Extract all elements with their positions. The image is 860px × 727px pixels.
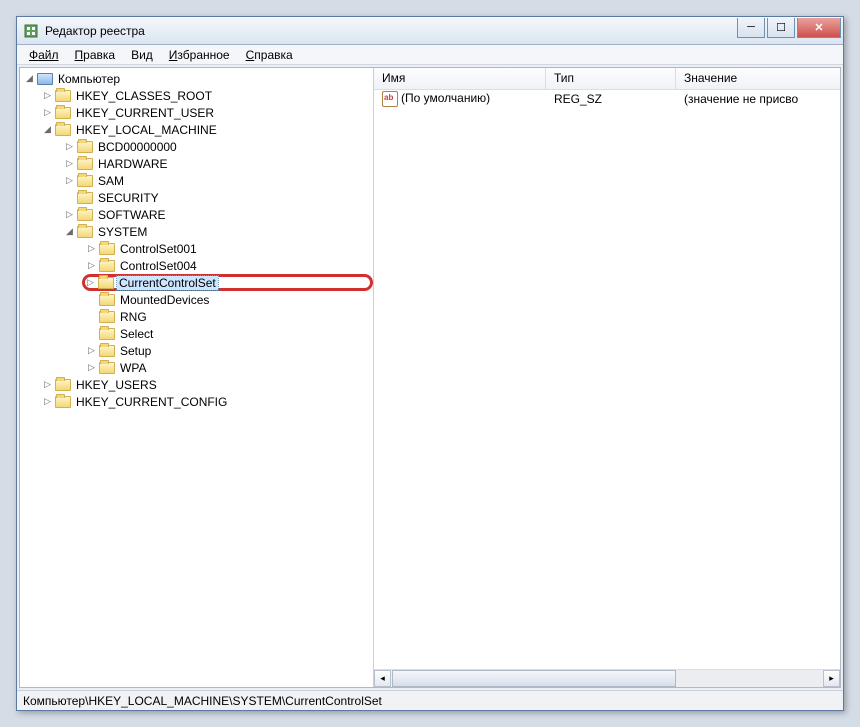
scroll-track[interactable]	[392, 670, 822, 687]
expand-icon[interactable]: ▷	[42, 379, 53, 390]
tree-system[interactable]: ◢SYSTEM	[20, 223, 373, 240]
close-button[interactable]: ✕	[797, 18, 841, 38]
tree-hklm[interactable]: ◢HKEY_LOCAL_MACHINE	[20, 121, 373, 138]
folder-icon	[55, 124, 71, 136]
folder-icon	[99, 243, 115, 255]
expand-icon[interactable]: ▷	[42, 107, 53, 118]
values-header: Имя Тип Значение	[374, 68, 840, 90]
value-data: (значение не присво	[676, 92, 840, 106]
window-title: Редактор реестра	[45, 24, 735, 38]
expand-icon[interactable]: ▷	[64, 141, 75, 152]
expand-icon[interactable]: ▷	[86, 345, 97, 356]
scroll-left-button[interactable]: ◂	[374, 670, 391, 687]
registry-editor-window: Редактор реестра ─ ☐ ✕ Файлdocument.curr…	[16, 16, 844, 711]
collapse-icon[interactable]: ◢	[42, 124, 53, 135]
tree-software[interactable]: ▷SOFTWARE	[20, 206, 373, 223]
folder-icon	[55, 379, 71, 391]
tree-select[interactable]: Select	[20, 325, 373, 342]
folder-icon	[77, 226, 93, 238]
scroll-thumb[interactable]	[392, 670, 676, 687]
menu-favorites[interactable]: Избранное	[163, 46, 236, 64]
value-type: REG_SZ	[546, 92, 676, 106]
folder-icon	[55, 107, 71, 119]
expand-icon[interactable]: ▷	[42, 90, 53, 101]
folder-icon	[99, 362, 115, 374]
expand-icon[interactable]: ▷	[42, 396, 53, 407]
tree-root[interactable]: ◢Компьютер	[20, 70, 373, 87]
menu-edit[interactable]: Правка	[69, 46, 122, 64]
titlebar[interactable]: Редактор реестра ─ ☐ ✕	[17, 17, 843, 45]
app-icon	[23, 23, 39, 39]
folder-icon	[77, 158, 93, 170]
tree-rng[interactable]: RNG	[20, 308, 373, 325]
folder-icon	[99, 260, 115, 272]
folder-icon	[77, 209, 93, 221]
col-name[interactable]: Имя	[374, 68, 546, 89]
collapse-icon[interactable]: ◢	[64, 226, 75, 237]
folder-icon	[99, 345, 115, 357]
expand-icon[interactable]: ▷	[86, 243, 97, 254]
values-list[interactable]: (По умолчанию) REG_SZ (значение не присв…	[374, 90, 840, 669]
horizontal-scrollbar[interactable]: ◂ ▸	[374, 669, 840, 687]
string-icon	[382, 91, 398, 107]
tree-security[interactable]: SECURITY	[20, 189, 373, 206]
folder-icon	[99, 311, 115, 323]
value-row[interactable]: (По умолчанию) REG_SZ (значение не присв…	[374, 90, 840, 108]
expand-icon[interactable]: ▷	[86, 362, 97, 373]
folder-icon	[99, 294, 115, 306]
folder-icon	[99, 328, 115, 340]
menubar: Файлdocument.currentScript.previousEleme…	[17, 45, 843, 65]
scroll-right-button[interactable]: ▸	[823, 670, 840, 687]
expand-icon[interactable]: ▷	[64, 158, 75, 169]
expand-icon[interactable]: ▷	[85, 277, 96, 288]
tree-mounteddevices[interactable]: MountedDevices	[20, 291, 373, 308]
tree-cs004[interactable]: ▷ControlSet004	[20, 257, 373, 274]
tree-cs001[interactable]: ▷ControlSet001	[20, 240, 373, 257]
expand-icon[interactable]: ▷	[64, 175, 75, 186]
value-name: (По умолчанию)	[374, 91, 546, 107]
tree-hkcr[interactable]: ▷HKEY_CLASSES_ROOT	[20, 87, 373, 104]
folder-icon	[98, 277, 114, 289]
menu-file[interactable]: Файлdocument.currentScript.previousEleme…	[23, 46, 65, 64]
col-data[interactable]: Значение	[676, 68, 840, 89]
computer-icon	[37, 73, 53, 85]
status-path: Компьютер\HKEY_LOCAL_MACHINE\SYSTEM\Curr…	[23, 694, 382, 708]
values-pane: Имя Тип Значение (По умолчанию) REG_SZ (…	[374, 68, 840, 687]
tree-hkcu[interactable]: ▷HKEY_CURRENT_USER	[20, 104, 373, 121]
content-area: ◢Компьютер ▷HKEY_CLASSES_ROOT ▷HKEY_CURR…	[19, 67, 841, 688]
tree-hardware[interactable]: ▷HARDWARE	[20, 155, 373, 172]
folder-icon	[55, 396, 71, 408]
tree-bcd[interactable]: ▷BCD00000000	[20, 138, 373, 155]
tree-setup[interactable]: ▷Setup	[20, 342, 373, 359]
expand-icon[interactable]: ▷	[64, 209, 75, 220]
tree-sam[interactable]: ▷SAM	[20, 172, 373, 189]
tree-wpa[interactable]: ▷WPA	[20, 359, 373, 376]
tree-hku[interactable]: ▷HKEY_USERS	[20, 376, 373, 393]
folder-icon	[77, 141, 93, 153]
col-type[interactable]: Тип	[546, 68, 676, 89]
expand-icon[interactable]: ▷	[86, 260, 97, 271]
key-tree[interactable]: ◢Компьютер ▷HKEY_CLASSES_ROOT ▷HKEY_CURR…	[20, 68, 374, 687]
tree-currentcontrolset[interactable]: ▷CurrentControlSet	[82, 274, 373, 291]
menu-view[interactable]: Вид	[125, 46, 159, 64]
statusbar: Компьютер\HKEY_LOCAL_MACHINE\SYSTEM\Curr…	[17, 690, 843, 710]
tree-hkcc[interactable]: ▷HKEY_CURRENT_CONFIG	[20, 393, 373, 410]
folder-icon	[77, 192, 93, 204]
collapse-icon[interactable]: ◢	[24, 73, 35, 84]
folder-icon	[55, 90, 71, 102]
folder-icon	[77, 175, 93, 187]
minimize-button[interactable]: ─	[737, 18, 765, 38]
window-controls: ─ ☐ ✕	[735, 18, 841, 38]
menu-help[interactable]: Справка	[240, 46, 299, 64]
maximize-button[interactable]: ☐	[767, 18, 795, 38]
